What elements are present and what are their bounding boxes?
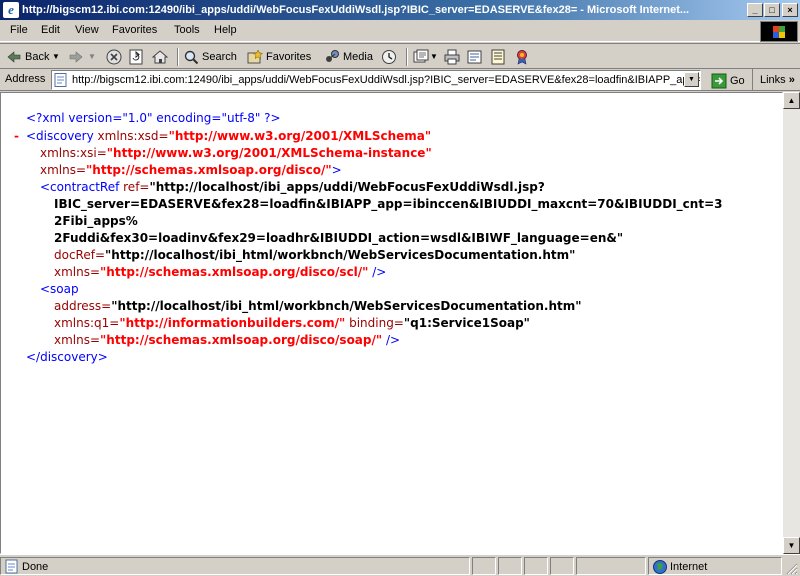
print-button[interactable]: [444, 47, 463, 67]
ref-value-line: 2Fuddi&fex30=loadinv&fex29=loadhr&IBIUDD…: [54, 231, 624, 245]
print-icon: [444, 49, 460, 65]
links-chevron-icon: »: [788, 74, 795, 86]
security-zone-panel: Internet: [648, 557, 782, 575]
status-panel: [576, 557, 646, 575]
page-content: <?xml version="1.0" encoding="utf-8" ?> …: [0, 92, 783, 554]
favorites-icon: [247, 49, 264, 65]
history-icon: [381, 49, 397, 65]
status-panel: [498, 557, 522, 575]
menu-help[interactable]: Help: [214, 24, 237, 36]
scroll-down-button[interactable]: ▼: [783, 537, 800, 554]
media-button[interactable]: Media: [324, 47, 373, 67]
back-label: Back: [25, 51, 50, 63]
address-bar: Address http://bigscm12.ibi.com:12490/ib…: [0, 69, 800, 91]
forward-arrow-icon: [68, 49, 84, 65]
address-input[interactable]: http://bigscm12.ibi.com:12490/ibi_apps/u…: [51, 70, 701, 90]
links-button[interactable]: Links »: [752, 69, 795, 91]
stop-button[interactable]: [106, 47, 125, 67]
back-arrow-icon: [6, 49, 22, 65]
menu-bar: File Edit View Favorites Tools Help: [0, 20, 800, 42]
menu-edit[interactable]: Edit: [41, 24, 60, 36]
forward-dropdown-icon[interactable]: ▼: [88, 47, 96, 67]
search-icon: [183, 49, 199, 65]
menu-tools[interactable]: Tools: [174, 24, 200, 36]
mail-dropdown-icon[interactable]: ▼: [430, 47, 438, 67]
refresh-button[interactable]: [128, 47, 147, 67]
address-label: Address: [5, 73, 46, 85]
search-button[interactable]: Search: [183, 47, 237, 67]
ref-value-line: 2Fibi_apps%: [54, 214, 138, 228]
toolbar-separator: [406, 48, 408, 66]
globe-icon: [652, 559, 668, 575]
address-dropdown-icon[interactable]: ▼: [684, 72, 699, 87]
contractref-open-tag: <contractRef ref="http://localhost/ibi_a…: [40, 180, 545, 194]
close-button[interactable]: ×: [782, 3, 798, 17]
notes-icon: [490, 49, 506, 65]
discovery-open-tag: <discovery xmlns:xsd="http://www.w3.org/…: [26, 129, 432, 143]
xmlns-xsi-attr: xmlns:xsi="http://www.w3.org/2001/XMLSch…: [40, 146, 432, 160]
menu-view[interactable]: View: [75, 24, 99, 36]
xml-declaration: <?xml version="1.0" encoding="utf-8" ?>: [26, 111, 281, 125]
back-button[interactable]: Back: [6, 47, 49, 67]
edit-button[interactable]: [467, 47, 486, 67]
status-panel: [472, 557, 496, 575]
ie-icon: e: [3, 2, 19, 18]
status-bar: Done Internet: [0, 554, 800, 576]
discuss-button[interactable]: [490, 47, 509, 67]
home-icon: [151, 49, 169, 65]
status-panel: [550, 557, 574, 575]
title-bar[interactable]: e http://bigscm12.ibi.com:12490/ibi_apps…: [0, 0, 800, 20]
minimize-button[interactable]: _: [747, 3, 763, 17]
go-button[interactable]: Go: [711, 73, 745, 89]
window-title: http://bigscm12.ibi.com:12490/ibi_apps/u…: [22, 4, 690, 16]
go-label: Go: [730, 74, 745, 87]
page-icon: [54, 73, 68, 87]
back-dropdown-icon[interactable]: ▼: [52, 47, 60, 67]
xmlns-attr: xmlns="http://schemas.xmlsoap.org/disco/…: [40, 163, 342, 177]
toolbar-separator: [177, 48, 179, 66]
favorites-label: Favorites: [266, 51, 312, 63]
search-label: Search: [202, 51, 237, 63]
edit-page-icon: [467, 49, 483, 65]
media-label: Media: [343, 51, 373, 63]
address-url: http://bigscm12.ibi.com:12490/ibi_apps/u…: [72, 74, 701, 86]
home-button[interactable]: [151, 47, 171, 67]
media-icon: [324, 49, 340, 65]
status-panel: [524, 557, 548, 575]
refresh-icon: [128, 49, 144, 65]
vertical-scrollbar[interactable]: ▲ ▼: [783, 92, 800, 554]
go-arrow-icon: [711, 73, 727, 89]
forward-button[interactable]: [68, 47, 87, 67]
status-text: Done: [22, 561, 49, 573]
docref-attr: docRef="http://localhost/ibi_html/workbn…: [54, 248, 576, 262]
history-button[interactable]: [381, 47, 400, 67]
soap-address-attr: address="http://localhost/ibi_html/workb…: [54, 299, 582, 313]
page-done-icon: [4, 559, 20, 575]
resize-grip-icon[interactable]: [784, 561, 798, 575]
maximize-button[interactable]: □: [764, 3, 780, 17]
mail-icon: [413, 49, 429, 65]
windows-logo-icon: [760, 21, 798, 42]
zone-label: Internet: [670, 561, 708, 573]
status-panel: Done: [0, 557, 470, 575]
soap-xmlns-attr: xmlns="http://schemas.xmlsoap.org/disco/…: [54, 333, 401, 347]
menu-file[interactable]: File: [10, 24, 28, 36]
discovery-close-tag: </discovery>: [26, 350, 108, 364]
scroll-up-button[interactable]: ▲: [783, 92, 800, 109]
stop-icon: [106, 49, 122, 65]
menu-favorites[interactable]: Favorites: [112, 24, 157, 36]
soap-open-tag: <soap: [40, 282, 79, 296]
collapse-toggle[interactable]: -: [14, 129, 19, 143]
favorites-button[interactable]: Favorites: [247, 47, 311, 67]
ref-value-line: IBIC_server=EDASERVE&fex28=loadfin&IBIAP…: [54, 197, 723, 211]
messenger-button[interactable]: [514, 47, 533, 67]
toolbar: Back ▼ ▼ Search Favorites Media ▼: [0, 43, 800, 69]
scl-xmlns-attr: xmlns="http://schemas.xmlsoap.org/disco/…: [54, 265, 387, 279]
links-label: Links: [760, 74, 786, 86]
xmlns-q1-attr: xmlns:q1="http://informationbuilders.com…: [54, 316, 530, 330]
messenger-icon: [514, 49, 530, 65]
